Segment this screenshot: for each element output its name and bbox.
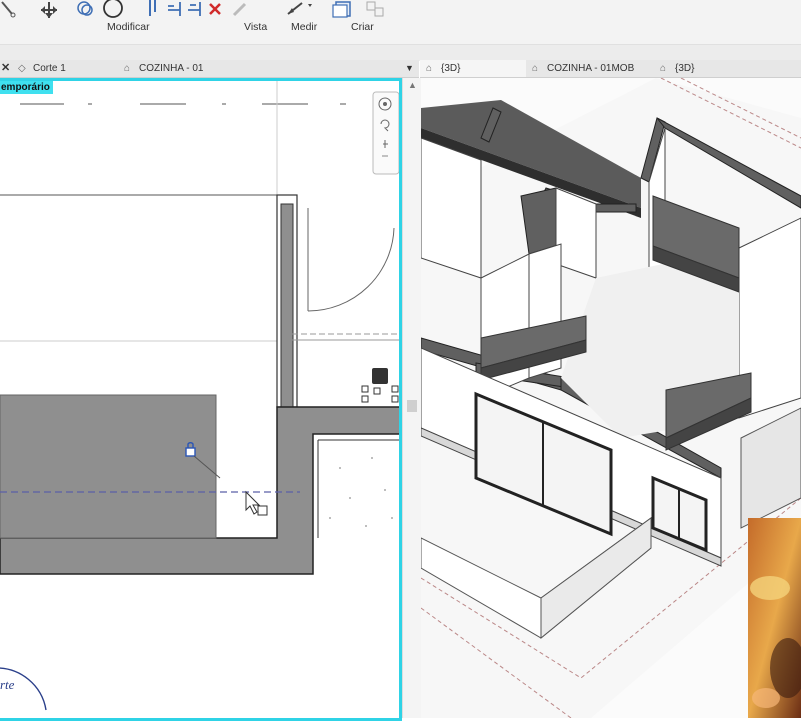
ribbon-label-criar: Criar: [351, 21, 374, 33]
left-tab-bar: ✕ ◇ Corte 1 ⌂ COZINHA - 01 ▼: [0, 60, 419, 78]
create-group-icon[interactable]: [363, 0, 389, 20]
wrench-icon[interactable]: [0, 0, 16, 18]
tab-3d[interactable]: ⌂ {3D}: [660, 60, 694, 77]
section-tag-label: rte: [0, 677, 15, 692]
tab-list-dropdown[interactable]: ▼: [405, 60, 414, 77]
split-icon[interactable]: [166, 0, 182, 18]
scroll-thumb[interactable]: [407, 400, 417, 412]
left-drawing-view[interactable]: [0, 78, 402, 718]
view-tool-icon[interactable]: [231, 1, 249, 19]
tab-cozinha-01[interactable]: ⌂ COZINHA - 01: [124, 60, 203, 77]
align-icon[interactable]: [146, 0, 160, 18]
circle-icon[interactable]: [102, 0, 124, 20]
tab-label: {3D}: [441, 63, 461, 74]
fixture-symbol: [372, 368, 388, 384]
section-view-icon: ◇: [18, 63, 26, 74]
3d-view-icon: ⌂: [426, 63, 433, 74]
tab-corte-1[interactable]: ◇ Corte 1: [18, 60, 66, 77]
tab-label: {3D}: [675, 63, 695, 74]
temporary-view-badge: emporário: [0, 81, 53, 94]
ribbon: Modificar Vista Medir Criar: [0, 0, 801, 44]
ribbon-strip: [0, 44, 801, 61]
selected-element[interactable]: [0, 394, 217, 539]
webcam-thumbnail: [748, 518, 801, 718]
tab-close-button[interactable]: ✕: [1, 60, 10, 77]
right-tab-bar: ⌂ {3D} ⌂ COZINHA - 01MOB ⌂ {3D}: [420, 60, 801, 78]
plan-drawing: [0, 78, 402, 711]
delete-icon[interactable]: [208, 2, 222, 16]
3d-model-view[interactable]: [421, 78, 801, 718]
create-component-icon[interactable]: [332, 0, 358, 20]
3d-model-render: [421, 78, 801, 718]
trim-icon[interactable]: [186, 0, 202, 18]
tab-label: Corte 1: [33, 63, 66, 74]
floor-plan-icon: ⌂: [532, 63, 539, 74]
navigation-bar[interactable]: [372, 91, 400, 175]
door-swing: [307, 208, 395, 312]
hatch-pattern: [329, 457, 393, 527]
measure-icon[interactable]: [286, 0, 316, 20]
ribbon-label-medir: Medir: [291, 21, 318, 33]
tab-3d-active[interactable]: ⌂ {3D}: [420, 60, 526, 77]
tab-cozinha-01mob[interactable]: ⌂ COZINHA - 01MOB: [532, 60, 634, 77]
scroll-up-icon[interactable]: ▲: [408, 80, 417, 90]
mouse-cursor-icon: [245, 490, 268, 516]
move-icon[interactable]: [36, 0, 62, 20]
ribbon-label-modificar: Modificar: [107, 21, 150, 33]
3d-view-icon: ⌂: [660, 63, 667, 74]
view-splitter[interactable]: ▲: [402, 78, 421, 718]
offset-icon[interactable]: [75, 0, 95, 20]
floor-plan-icon: ⌂: [124, 63, 131, 74]
ribbon-label-vista: Vista: [244, 21, 268, 33]
tab-label: COZINHA - 01: [139, 63, 204, 74]
tab-label: COZINHA - 01MOB: [547, 63, 635, 74]
